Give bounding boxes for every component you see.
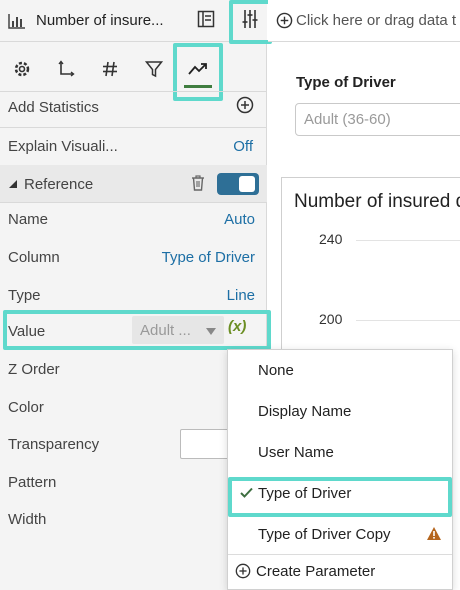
expression-button[interactable]: (x)	[228, 318, 246, 335]
bar-chart-icon	[7, 11, 27, 31]
tab-analytics[interactable]	[176, 50, 220, 90]
column-value[interactable]: Type of Driver	[162, 249, 255, 266]
tab-axis[interactable]	[44, 50, 88, 90]
properties-tabs	[0, 48, 267, 92]
color-label: Color	[8, 398, 44, 416]
name-label: Name	[8, 210, 49, 228]
explain-visualization-row: Explain Visuali... Off	[0, 127, 267, 165]
menu-item-display-name[interactable]: Display Name	[228, 392, 452, 430]
number-icon	[102, 61, 118, 80]
menu-item-none[interactable]: None	[228, 351, 452, 389]
data-panel-button[interactable]	[192, 6, 220, 34]
menu-item-label: User Name	[258, 443, 334, 461]
name-value[interactable]: Auto	[224, 211, 255, 228]
warning-icon	[426, 526, 442, 545]
tab-values[interactable]	[88, 50, 132, 90]
menu-item-type-of-driver-copy[interactable]: Type of Driver Copy	[228, 515, 452, 553]
add-statistics-row: Add Statistics	[0, 88, 267, 126]
trash-icon	[191, 174, 205, 194]
add-circle-icon	[276, 12, 293, 29]
y-tick-label: 200	[319, 311, 343, 327]
reference-section-title: Reference	[24, 175, 94, 193]
chevron-down-icon	[206, 322, 216, 339]
filter-value-input[interactable]: Adult (36-60)	[295, 103, 460, 136]
type-row: Type Line	[0, 276, 267, 314]
zorder-label: Z Order	[8, 360, 60, 378]
panel-header: Number of insure...	[0, 0, 267, 42]
filter-title: Type of Driver	[296, 74, 396, 91]
filter-value-text: Adult (36-60)	[304, 111, 391, 128]
type-label: Type	[8, 286, 41, 304]
drop-hint-text: Click here or drag data t	[296, 12, 457, 29]
add-statistics-button[interactable]	[236, 96, 254, 118]
value-select[interactable]: Adult ...	[132, 316, 224, 344]
value-select-text: Adult ...	[140, 321, 191, 339]
axis-icon	[57, 59, 75, 81]
type-value[interactable]: Line	[227, 287, 255, 304]
menu-item-user-name[interactable]: User Name	[228, 433, 452, 471]
reference-toggle[interactable]	[217, 173, 259, 195]
toggle-knob	[239, 176, 255, 192]
name-row: Name Auto	[0, 200, 267, 238]
gridline	[356, 320, 460, 321]
width-label: Width	[8, 510, 47, 528]
reference-section-header[interactable]: Reference	[0, 165, 267, 203]
transparency-label: Transparency	[8, 435, 100, 453]
y-tick-label: 240	[319, 231, 343, 247]
settings-icon	[13, 60, 31, 81]
checkmark-icon	[240, 485, 253, 502]
value-dropdown-menu: None Display Name User Name Type of Driv…	[227, 349, 453, 590]
plus-circle-icon	[236, 96, 254, 118]
add-circle-icon	[235, 563, 251, 583]
collapse-triangle-icon	[8, 176, 18, 192]
filter-icon	[144, 60, 164, 81]
gridline	[356, 240, 460, 241]
menu-item-label: Type of Driver	[258, 484, 352, 502]
grammar-icon	[197, 10, 215, 31]
visualization-title: Number of insure...	[36, 12, 164, 29]
explain-visualization-label: Explain Visuali...	[8, 137, 118, 155]
create-parameter-button[interactable]: Create Parameter	[228, 552, 452, 590]
column-label: Column	[8, 248, 60, 266]
menu-item-label: Type of Driver Copy	[258, 525, 391, 543]
analytics-icon	[188, 62, 208, 79]
canvas-drop-bar[interactable]: Click here or drag data t	[268, 0, 460, 42]
delete-reference-button[interactable]	[191, 174, 205, 194]
menu-item-label: Display Name	[258, 402, 352, 420]
tab-general[interactable]	[0, 50, 44, 90]
chart-title: Number of insured d	[294, 191, 460, 212]
create-parameter-label: Create Parameter	[256, 562, 376, 580]
tab-filters[interactable]	[132, 50, 176, 90]
menu-item-type-of-driver[interactable]: Type of Driver	[228, 474, 452, 512]
pattern-label: Pattern	[8, 473, 57, 491]
value-label: Value	[8, 322, 46, 340]
sliders-icon	[241, 9, 259, 32]
column-row: Column Type of Driver	[0, 238, 267, 276]
properties-button[interactable]	[236, 6, 264, 34]
explain-visualization-value[interactable]: Off	[233, 138, 253, 155]
menu-item-label: None	[258, 361, 294, 379]
add-statistics-label: Add Statistics	[8, 98, 99, 116]
